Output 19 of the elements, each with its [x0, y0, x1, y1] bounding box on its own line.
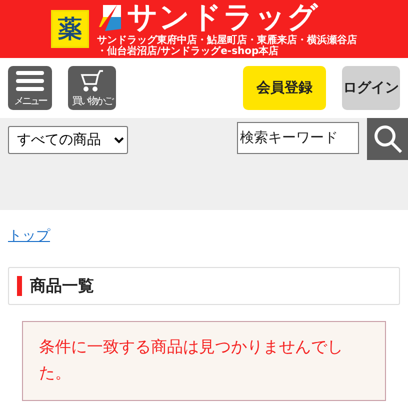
menu-button[interactable]: メニュー	[8, 66, 52, 110]
search-button[interactable]	[367, 118, 408, 160]
cart-button[interactable]: 買い物かご	[68, 66, 116, 110]
cart-icon	[80, 70, 104, 94]
store-list-text: ・仙台岩沼店/サンドラッグe-shop本店	[97, 46, 280, 57]
no-results-message: 条件に一致する商品は見つかりませんでした。	[22, 321, 386, 401]
search-icon	[372, 124, 402, 154]
breadcrumb-link[interactable]: トップ	[8, 226, 50, 247]
kusuri-logo: 薬	[51, 10, 89, 48]
category-select[interactable]: すべての商品	[8, 126, 128, 154]
login-button[interactable]: ログイン	[342, 66, 400, 110]
register-button[interactable]: 会員登録	[243, 66, 326, 110]
page-title: 商品一覧	[30, 275, 94, 297]
title-accent-bar	[17, 276, 22, 296]
brand-mark-icon	[97, 3, 123, 33]
search-field[interactable]: 検索キーワード	[237, 122, 359, 154]
brand-logo-text: サンドラッグ	[127, 1, 319, 35]
menu-icon	[16, 70, 44, 92]
store-list-text: サンドラッグ東府中店・鮎屋町店・東雁来店・横浜瀬谷店	[97, 35, 357, 46]
